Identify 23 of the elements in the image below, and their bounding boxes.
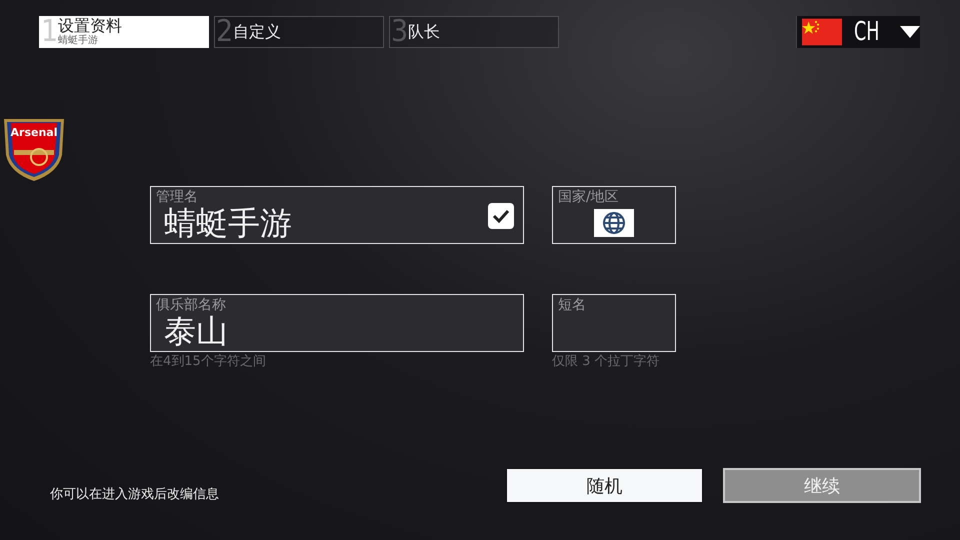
info-note: 你可以在进入游戏后改编信息 (50, 486, 220, 502)
text-field[interactable]: 短名 (552, 294, 676, 352)
field-hint: 在4到15个字符之间 (150, 354, 267, 370)
field-label: 俱乐部名称 (156, 297, 227, 313)
checkmark-icon (492, 209, 510, 223)
action-button[interactable]: 随机 (506, 468, 703, 503)
text-field[interactable]: 管理名 蜻蜓手游 (150, 186, 524, 244)
field-label: 国家/地区 (558, 189, 620, 205)
field-value: 蜻蜓手游 (163, 205, 292, 241)
flag-icon (802, 18, 842, 46)
field-value: 泰山 (163, 313, 228, 349)
field-label: 短名 (558, 297, 587, 313)
language-selector[interactable]: CH (796, 16, 920, 48)
globe-icon (602, 211, 626, 235)
step-number: 2 (216, 17, 234, 47)
field-hint: 仅限 3 个拉丁字符 (552, 354, 661, 370)
checkbox[interactable] (488, 203, 514, 229)
field-label: 管理名 (156, 189, 199, 205)
dropdown-caret-icon (900, 26, 920, 38)
tab-subtitle: 蜻蜓手游 (58, 35, 99, 47)
country-field[interactable]: 国家/地区 (552, 186, 676, 244)
globe-button[interactable] (594, 209, 634, 237)
text-field[interactable]: 俱乐部名称 泰山 (150, 294, 524, 352)
